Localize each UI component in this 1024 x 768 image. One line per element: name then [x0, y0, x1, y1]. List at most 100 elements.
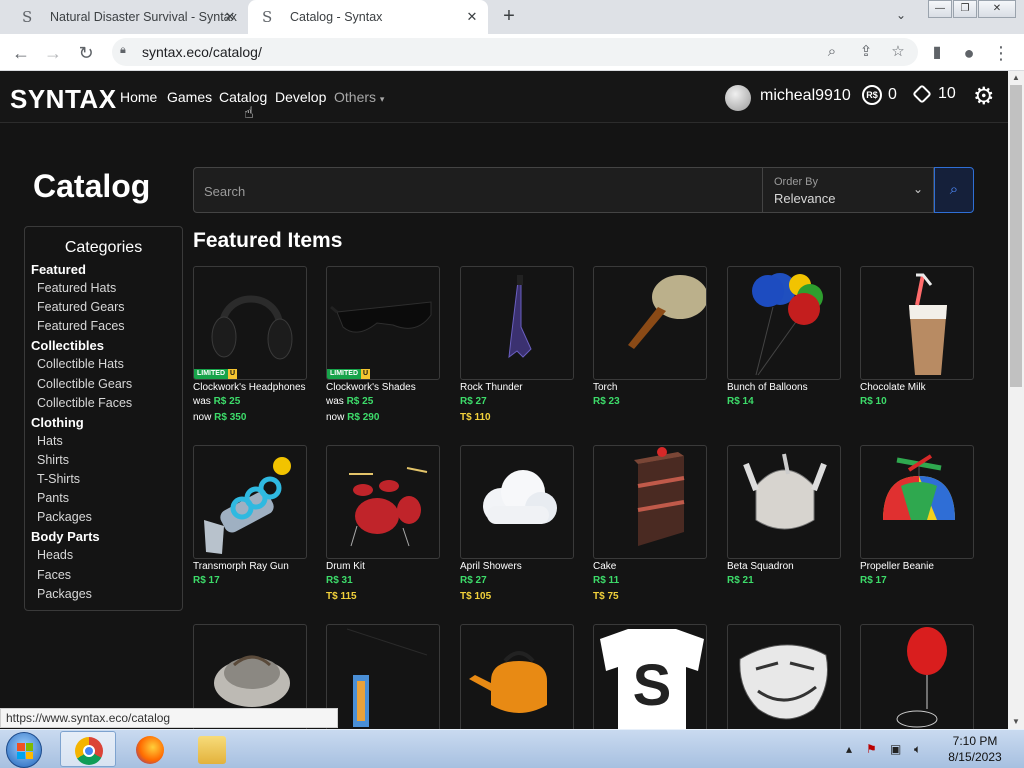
bookmark-star-icon[interactable]: ☆ — [888, 42, 908, 62]
system-clock[interactable]: 7:10 PM 8/15/2023 — [940, 733, 1010, 765]
item-thumbnail[interactable] — [326, 445, 440, 559]
category-packages[interactable]: Packages — [31, 510, 132, 529]
item-robux-price: R$ 21 — [727, 575, 754, 586]
forward-arrow-icon[interactable]: → — [42, 42, 64, 64]
category-clothing[interactable]: Clothing — [31, 415, 132, 434]
category-packages[interactable]: Packages — [31, 587, 132, 606]
item-thumbnail[interactable]: S — [593, 624, 707, 738]
zoom-icon[interactable]: ⌕ — [822, 42, 842, 62]
tix-balance[interactable]: 10 — [912, 84, 956, 104]
item-robux-price: R$ 17 — [193, 575, 220, 586]
close-tab-icon[interactable]: ✕ — [464, 9, 480, 25]
tab-search-chevron-icon[interactable]: ⌄ — [896, 8, 906, 22]
item-name[interactable]: Drum Kit — [326, 561, 365, 572]
item-thumbnail[interactable] — [593, 266, 707, 380]
category-faces[interactable]: Faces — [31, 568, 132, 587]
item-name[interactable]: Transmorph Ray Gun — [193, 561, 289, 572]
side-panel-icon[interactable]: ▮ — [926, 42, 948, 64]
category-featured-faces[interactable]: Featured Faces — [31, 319, 132, 338]
scrollbar-thumb[interactable] — [1010, 85, 1022, 387]
show-hidden-icons[interactable]: ▴ — [846, 742, 852, 756]
action-center-flag-icon[interactable]: ⚑ — [866, 742, 877, 756]
item-thumbnail[interactable] — [460, 445, 574, 559]
item-name[interactable]: Propeller Beanie — [860, 561, 934, 572]
share-icon[interactable]: ⇪ — [856, 42, 876, 62]
address-bar[interactable]: 🔒︎ syntax.eco/catalog/ ⌕ ⇪ ☆ — [112, 38, 918, 66]
item-thumbnail[interactable]: LIMITED U — [326, 266, 440, 380]
search-input[interactable]: Search — [193, 167, 763, 213]
item-name[interactable]: Clockwork's Shades — [326, 382, 416, 393]
item-thumbnail[interactable]: LIMITED U — [193, 266, 307, 380]
scroll-down-arrow-icon[interactable]: ▼ — [1008, 715, 1024, 729]
syntax-logo[interactable]: SYNTAX — [10, 84, 117, 115]
category-featured-hats[interactable]: Featured Hats — [31, 281, 132, 300]
nav-develop[interactable]: Develop — [275, 89, 326, 105]
item-thumbnail[interactable] — [193, 445, 307, 559]
categories-list: Featured Featured Hats Featured Gears Featu… — [31, 262, 132, 606]
item-thumbnail[interactable] — [860, 624, 974, 738]
taskbar-firefox[interactable] — [122, 731, 178, 767]
taskbar-chrome[interactable] — [60, 731, 116, 767]
user-avatar[interactable] — [725, 85, 751, 111]
nav-home[interactable]: Home — [120, 89, 157, 105]
item-name[interactable]: Bunch of Balloons — [727, 382, 808, 393]
minimize-window-icon[interactable]: — — [928, 0, 952, 18]
item-thumbnail[interactable] — [326, 624, 440, 738]
category-body-parts[interactable]: Body Parts — [31, 529, 132, 548]
was-label: was — [326, 396, 344, 407]
taskbar-explorer[interactable] — [184, 731, 240, 767]
windows-taskbar: ▴ ⚑ ▣ 🔈︎ 7:10 PM 8/15/2023 — [0, 729, 1024, 768]
search-button[interactable]: ⌕ — [934, 167, 974, 213]
category-hats[interactable]: Hats — [31, 434, 132, 453]
category-t-shirts[interactable]: T-Shirts — [31, 472, 132, 491]
nav-games[interactable]: Games — [167, 89, 212, 105]
username[interactable]: micheal9910 — [760, 87, 851, 105]
category-collectible-hats[interactable]: Collectible Hats — [31, 357, 132, 376]
restore-window-icon[interactable]: ❐ — [953, 0, 977, 18]
item-name[interactable]: Cake — [593, 561, 616, 572]
scroll-up-arrow-icon[interactable]: ▲ — [1008, 71, 1024, 85]
item-thumbnail[interactable] — [727, 624, 841, 738]
nav-others[interactable]: Others ▾ — [334, 89, 384, 105]
reload-icon[interactable]: ↻ — [75, 42, 97, 64]
item-thumbnail[interactable] — [860, 266, 974, 380]
settings-gear-icon[interactable]: ⚙ — [973, 82, 995, 111]
menu-kebab-icon[interactable]: ⋮ — [990, 42, 1012, 64]
profile-icon[interactable]: ● — [958, 42, 980, 64]
item-name[interactable]: Chocolate Milk — [860, 382, 926, 393]
category-featured-gears[interactable]: Featured Gears — [31, 300, 132, 319]
item-thumbnail[interactable] — [460, 624, 574, 738]
robux-balance[interactable]: R$ 0 — [862, 85, 897, 105]
item-name[interactable]: April Showers — [460, 561, 522, 572]
trollface-icon — [739, 644, 828, 720]
item-name[interactable]: Beta Squadron — [727, 561, 794, 572]
category-collectibles[interactable]: Collectibles — [31, 338, 132, 357]
item-thumbnail[interactable] — [593, 445, 707, 559]
item-thumbnail[interactable] — [860, 445, 974, 559]
category-shirts[interactable]: Shirts — [31, 453, 132, 472]
category-heads[interactable]: Heads — [31, 548, 132, 567]
item-name[interactable]: Torch — [593, 382, 617, 393]
category-collectible-faces[interactable]: Collectible Faces — [31, 396, 132, 415]
item-thumbnail[interactable] — [727, 266, 841, 380]
order-by-select[interactable]: Order By Relevance ⌄ — [762, 167, 934, 213]
back-arrow-icon[interactable]: ← — [10, 42, 32, 64]
category-collectible-gears[interactable]: Collectible Gears — [31, 377, 132, 396]
volume-icon[interactable]: 🔈︎ — [914, 742, 921, 757]
item-thumbnail[interactable] — [727, 445, 841, 559]
new-tab-icon[interactable]: + — [499, 6, 519, 26]
close-window-icon[interactable]: ✕ — [978, 0, 1016, 18]
category-pants[interactable]: Pants — [31, 491, 132, 510]
item-name[interactable]: Clockwork's Headphones — [193, 382, 306, 393]
browser-tab-natural-disaster[interactable]: S Natural Disaster Survival - Syntax ✕ — [8, 0, 246, 34]
page-scrollbar[interactable]: ▲ ▼ — [1008, 71, 1024, 729]
robux-price: R$ 27 — [460, 396, 487, 407]
tix-price: T$ 110 — [460, 412, 491, 423]
category-featured[interactable]: Featured — [31, 262, 132, 281]
browser-tab-catalog[interactable]: S Catalog - Syntax ✕ — [248, 0, 488, 34]
item-thumbnail[interactable] — [460, 266, 574, 380]
close-tab-icon[interactable]: ✕ — [222, 9, 238, 25]
item-name[interactable]: Rock Thunder — [460, 382, 523, 393]
network-icon[interactable]: ▣ — [890, 742, 901, 756]
start-button[interactable] — [6, 732, 42, 768]
